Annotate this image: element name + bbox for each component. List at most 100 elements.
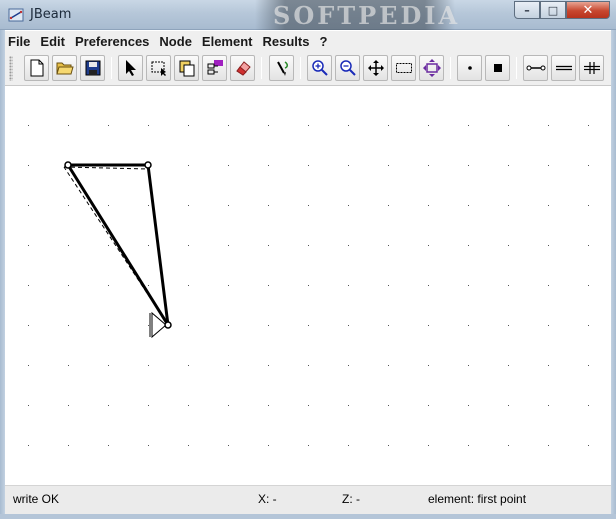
- select-rectangle-button[interactable]: [146, 55, 171, 81]
- grid-dot: [148, 205, 149, 206]
- zoom-in-button[interactable]: [307, 55, 332, 81]
- small-node-button[interactable]: [457, 55, 482, 81]
- beam-element[interactable]: [146, 164, 170, 326]
- copy-button[interactable]: [174, 55, 199, 81]
- grid-dot: [228, 165, 229, 166]
- node[interactable]: [64, 161, 72, 169]
- grid-dot: [268, 165, 269, 166]
- double-line-button[interactable]: [551, 55, 576, 81]
- zoom-out-button[interactable]: [335, 55, 360, 81]
- grid-dot: [588, 245, 589, 246]
- grid-dot: [468, 165, 469, 166]
- grid-dot: [188, 405, 189, 406]
- grid-dot: [108, 285, 109, 286]
- grid-dot: [268, 405, 269, 406]
- grid-dot: [68, 405, 69, 406]
- grid-dot: [388, 245, 389, 246]
- grid-dot: [148, 285, 149, 286]
- app-icon: [8, 8, 24, 22]
- erase-button[interactable]: [230, 55, 255, 81]
- grid-dot: [28, 325, 29, 326]
- grid-dot: [388, 405, 389, 406]
- grid-dot: [428, 365, 429, 366]
- beam-element-button[interactable]: [523, 55, 548, 81]
- grid-dot: [508, 285, 509, 286]
- pan-button[interactable]: [363, 55, 388, 81]
- beam-element[interactable]: [66, 164, 170, 326]
- grid-dot: [508, 125, 509, 126]
- grid-dot: [428, 125, 429, 126]
- watermark-text: SOFTPEDIA: [273, 1, 461, 30]
- close-button[interactable]: ✕: [566, 1, 610, 19]
- save-button[interactable]: [80, 55, 105, 81]
- grid-dot: [68, 125, 69, 126]
- grid-dot: [188, 325, 189, 326]
- zoom-window-button[interactable]: [391, 55, 416, 81]
- grid-dot: [188, 245, 189, 246]
- drawing-canvas[interactable]: [5, 87, 611, 485]
- menu-element[interactable]: Element: [197, 34, 258, 49]
- large-node-button[interactable]: [485, 55, 510, 81]
- draw-button[interactable]: [269, 55, 294, 81]
- z-coordinate: Z: -: [342, 492, 360, 506]
- menu-preferences[interactable]: Preferences: [70, 34, 154, 49]
- grid-dot: [268, 125, 269, 126]
- properties-icon: [207, 60, 223, 75]
- grid-dot: [588, 325, 589, 326]
- grid-dot: [348, 285, 349, 286]
- maximize-button[interactable]: □: [540, 1, 566, 19]
- grid-dot: [228, 405, 229, 406]
- open-button[interactable]: [52, 55, 77, 81]
- grid-dot: [428, 165, 429, 166]
- menu-results[interactable]: Results: [258, 34, 315, 49]
- grid-dot: [308, 125, 309, 126]
- grid-dot: [588, 165, 589, 166]
- menu-node[interactable]: Node: [154, 34, 197, 49]
- window-title: JBeam: [30, 7, 72, 22]
- grid-dot: [308, 445, 309, 446]
- toolbar-grip[interactable]: [9, 56, 13, 81]
- pen-tool-icon: [276, 61, 288, 76]
- grid-dot: [68, 445, 69, 446]
- menu-file[interactable]: File: [5, 34, 35, 49]
- grid-dot: [468, 285, 469, 286]
- grid-dot: [148, 365, 149, 366]
- select-button[interactable]: [118, 55, 143, 81]
- menu-bar: File Edit Preferences Node Element Resul…: [5, 31, 611, 51]
- grid-dot: [548, 405, 549, 406]
- grid-dot: [188, 125, 189, 126]
- grid-dot: [588, 365, 589, 366]
- grid-line-icon: [583, 62, 600, 74]
- grid-dot: [388, 285, 389, 286]
- fit-all-button[interactable]: [419, 55, 444, 81]
- menu-help[interactable]: ?: [314, 34, 332, 49]
- grid-dot: [68, 245, 69, 246]
- grid-dot: [508, 205, 509, 206]
- beam-element-icon: [526, 65, 545, 71]
- node[interactable]: [164, 321, 172, 329]
- grid-dot: [468, 245, 469, 246]
- minimize-button[interactable]: –: [514, 1, 540, 19]
- menu-edit[interactable]: Edit: [35, 34, 70, 49]
- grid-dot: [188, 365, 189, 366]
- grid-dot: [228, 285, 229, 286]
- grid-dot: [228, 125, 229, 126]
- grid-dot: [108, 205, 109, 206]
- grid-line-button[interactable]: [579, 55, 604, 81]
- grid-dot: [468, 125, 469, 126]
- zoom-in-icon: [311, 60, 328, 76]
- grid-dot: [108, 245, 109, 246]
- properties-button[interactable]: [202, 55, 227, 81]
- minimize-icon: –: [524, 3, 530, 17]
- grid-dot: [508, 245, 509, 246]
- grid-dot: [388, 365, 389, 366]
- grid-dot: [228, 445, 229, 446]
- node[interactable]: [144, 161, 152, 169]
- grid-dot: [148, 125, 149, 126]
- new-button[interactable]: [24, 55, 49, 81]
- grid-dot: [428, 405, 429, 406]
- close-icon: ✕: [582, 2, 594, 18]
- save-disk-icon: [85, 60, 100, 76]
- grid-dot: [588, 285, 589, 286]
- grid-dot: [548, 245, 549, 246]
